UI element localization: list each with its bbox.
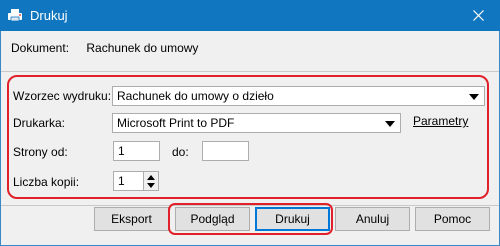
copies-input[interactable]: 1	[113, 171, 144, 191]
print-dialog: Drukuj Dokument: Rachunek do umowy Wzorz…	[0, 0, 500, 246]
dialog-content: Dokument: Rachunek do umowy Wzorzec wydr…	[0, 31, 500, 246]
cancel-button[interactable]: Anuluj	[335, 207, 410, 231]
copies-label: Liczba kopii:	[13, 175, 80, 189]
printer-label: Drukarka:	[13, 116, 66, 130]
export-button-label: Eksport	[111, 212, 152, 226]
pages-from-value: 1	[118, 144, 125, 158]
pages-from-label: Strony od:	[13, 145, 68, 159]
spin-up-icon[interactable]	[147, 175, 155, 180]
printer-select-value: Microsoft Print to PDF	[117, 116, 235, 130]
print-button[interactable]: Drukuj	[255, 207, 330, 231]
print-button-label: Drukuj	[275, 212, 310, 226]
title-bar: Drukuj	[0, 0, 500, 31]
pages-to-input[interactable]	[202, 141, 249, 161]
copies-spinner[interactable]	[144, 171, 159, 191]
preview-button-label: Podgląd	[190, 212, 235, 226]
window-title: Drukuj	[30, 8, 68, 23]
export-button[interactable]: Eksport	[94, 207, 169, 231]
close-icon	[472, 10, 484, 21]
spin-down-icon[interactable]	[147, 183, 155, 188]
document-row: Dokument: Rachunek do umowy	[11, 41, 198, 55]
preview-button[interactable]: Podgląd	[175, 207, 250, 231]
help-button[interactable]: Pomoc	[415, 207, 490, 231]
document-value: Rachunek do umowy	[86, 41, 199, 55]
parameters-link[interactable]: Parametry	[413, 114, 468, 128]
divider	[1, 71, 499, 72]
cancel-button-label: Anuluj	[355, 212, 390, 226]
document-label: Dokument:	[11, 41, 70, 55]
printer-select[interactable]: Microsoft Print to PDF	[112, 113, 401, 133]
template-label: Wzorzec wydruku:	[13, 89, 112, 103]
template-select-value: Rachunek do umowy o dzieło	[117, 89, 274, 103]
button-bar-divider	[1, 205, 499, 206]
help-button-label: Pomoc	[433, 212, 472, 226]
copies-value: 1	[118, 174, 125, 188]
pages-from-input[interactable]: 1	[113, 141, 160, 161]
chevron-down-icon	[469, 94, 479, 100]
pages-to-label: do:	[172, 145, 189, 159]
app-icon	[7, 8, 23, 22]
chevron-down-icon	[385, 121, 395, 127]
template-select[interactable]: Rachunek do umowy o dzieło	[112, 86, 485, 106]
close-button[interactable]	[456, 0, 500, 31]
